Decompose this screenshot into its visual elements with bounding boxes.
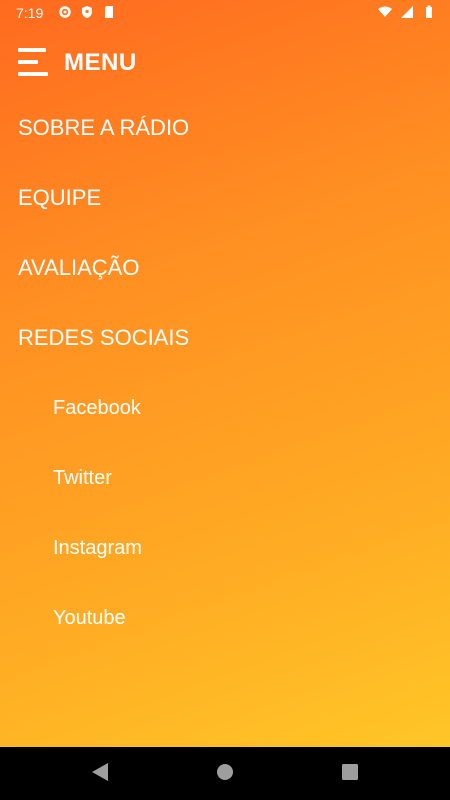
navigation-bar bbox=[0, 747, 450, 800]
menu-item-redes-sociais[interactable]: REDES SOCIAIS bbox=[0, 314, 450, 384]
battery-icon bbox=[426, 5, 432, 18]
recents-icon[interactable] bbox=[340, 761, 360, 783]
menu-screen: 7:19 MENU SOBRE A RÁDIO EQUIPE AVALIAÇÃO… bbox=[0, 0, 450, 747]
menu-item-twitter[interactable]: Twitter bbox=[0, 454, 450, 524]
wifi-icon bbox=[378, 6, 392, 17]
menu-title: MENU bbox=[64, 49, 137, 76]
menu-item-facebook[interactable]: Facebook bbox=[0, 384, 450, 454]
menu-item-sobre-a-radio[interactable]: SOBRE A RÁDIO bbox=[0, 104, 450, 174]
back-icon[interactable] bbox=[90, 761, 110, 783]
status-icons-left bbox=[58, 5, 116, 19]
hamburger-menu-icon[interactable] bbox=[18, 48, 50, 78]
shield-icon bbox=[82, 6, 92, 18]
signal-icon bbox=[401, 6, 413, 18]
menu-item-avaliacao[interactable]: AVALIAÇÃO bbox=[0, 244, 450, 314]
menu-item-instagram[interactable]: Instagram bbox=[0, 524, 450, 594]
menu-item-youtube[interactable]: Youtube bbox=[0, 594, 450, 664]
home-icon[interactable] bbox=[214, 761, 236, 783]
menu-list: SOBRE A RÁDIO EQUIPE AVALIAÇÃO REDES SOC… bbox=[0, 104, 450, 664]
sd-card-icon bbox=[105, 6, 113, 18]
gear-icon bbox=[59, 6, 71, 18]
status-bar: 7:19 bbox=[0, 0, 450, 26]
menu-header: MENU bbox=[18, 46, 137, 80]
menu-item-equipe[interactable]: EQUIPE bbox=[0, 174, 450, 244]
status-time: 7:19 bbox=[16, 5, 44, 21]
status-icons-right bbox=[378, 5, 436, 19]
